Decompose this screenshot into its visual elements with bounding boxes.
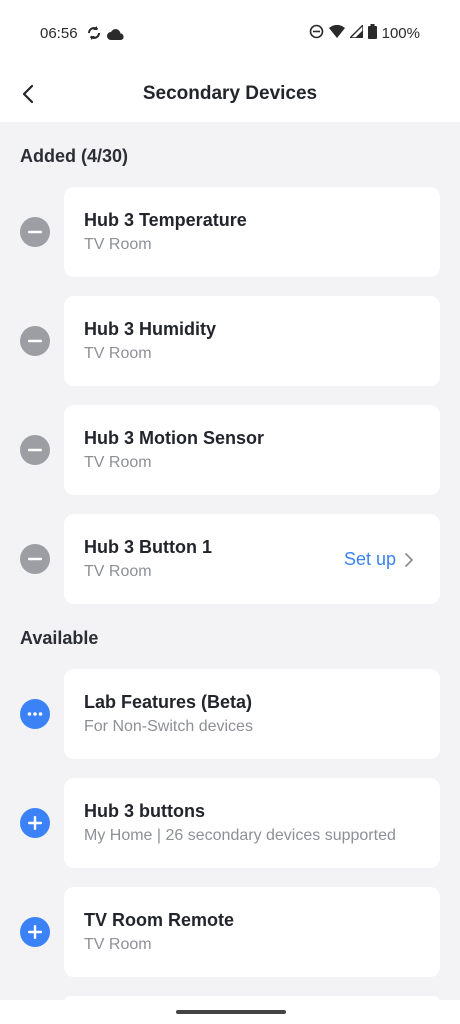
available-section-title: Available <box>20 628 99 648</box>
minus-icon <box>28 448 42 452</box>
battery-percent: 100% <box>381 25 420 42</box>
minus-icon <box>28 230 42 234</box>
sync-icon <box>86 25 102 46</box>
remove-button[interactable] <box>20 435 50 465</box>
more-button[interactable] <box>20 699 50 729</box>
navigation-bar <box>0 1000 460 1024</box>
remove-button[interactable] <box>20 326 50 356</box>
set-up-label: Set up <box>343 549 396 569</box>
device-card[interactable]: Hub 3 Temperature TV Room <box>64 187 440 277</box>
signal-icon <box>347 23 364 42</box>
device-name: Hub 3 Motion Sensor <box>84 428 264 448</box>
device-room: TV Room <box>84 454 152 471</box>
available-device-row: Lab Features (Beta) For Non-Switch devic… <box>0 669 460 759</box>
set-up-button[interactable]: Set up <box>344 549 414 570</box>
wifi-icon <box>328 24 345 43</box>
minus-icon <box>28 339 42 343</box>
cloud-icon <box>107 27 125 45</box>
remove-button[interactable] <box>20 544 50 574</box>
device-card[interactable]: Hub 3 Humidity TV Room <box>64 296 440 386</box>
added-device-row: Hub 3 Temperature TV Room <box>0 187 460 277</box>
status-time: 06:56 <box>40 25 78 42</box>
device-name: Hub 3 Temperature <box>84 210 247 230</box>
device-card[interactable]: Hub 3 Motion Sensor TV Room <box>64 405 440 495</box>
device-card[interactable]: Hub 3 buttons My Home | 26 secondary dev… <box>64 778 440 868</box>
added-device-row: Hub 3 Motion Sensor TV Room <box>0 405 460 495</box>
device-card[interactable]: Lab Features (Beta) For Non-Switch devic… <box>64 669 440 759</box>
plus-icon <box>28 925 42 939</box>
device-card[interactable]: Hub 3 Button 1 TV Room Set up <box>64 514 440 604</box>
gesture-handle[interactable] <box>176 1010 286 1014</box>
device-name: TV Room Remote <box>84 910 235 930</box>
do-not-disturb-icon <box>309 24 324 43</box>
chevron-right-icon <box>405 552 413 567</box>
device-description: My Home | 26 secondary devices supported <box>84 827 396 844</box>
added-section-title: Added (4/30) <box>20 146 129 166</box>
status-bar: 06:56 100% <box>0 0 460 66</box>
added-device-row: Hub 3 Button 1 TV Room Set up <box>0 514 460 604</box>
battery-icon <box>367 24 377 43</box>
page-title: Secondary Devices <box>142 83 318 104</box>
device-description: TV Room <box>84 936 152 953</box>
minus-icon <box>28 557 42 561</box>
available-device-row: TV Room Remote TV Room <box>0 887 460 977</box>
device-room: TV Room <box>84 236 152 253</box>
status-right: 100% <box>309 23 420 43</box>
device-name: Hub 3 Humidity <box>84 319 217 339</box>
device-description: For Non-Switch devices <box>84 718 253 735</box>
device-room: TV Room <box>84 345 152 362</box>
device-room: TV Room <box>84 563 152 580</box>
available-device-row: Hub 3 buttons My Home | 26 secondary dev… <box>0 778 460 868</box>
add-button[interactable] <box>20 808 50 838</box>
device-name: Hub 3 Button 1 <box>84 537 212 557</box>
device-card[interactable]: TV Room Remote TV Room <box>64 887 440 977</box>
add-button[interactable] <box>20 917 50 947</box>
added-device-row: Hub 3 Humidity TV Room <box>0 296 460 386</box>
more-icon <box>27 712 43 716</box>
plus-icon <box>28 816 42 830</box>
device-name: Hub 3 buttons <box>84 801 205 821</box>
device-name: Lab Features (Beta) <box>84 692 253 712</box>
app-bar: Secondary Devices <box>0 66 460 122</box>
remove-button[interactable] <box>20 217 50 247</box>
